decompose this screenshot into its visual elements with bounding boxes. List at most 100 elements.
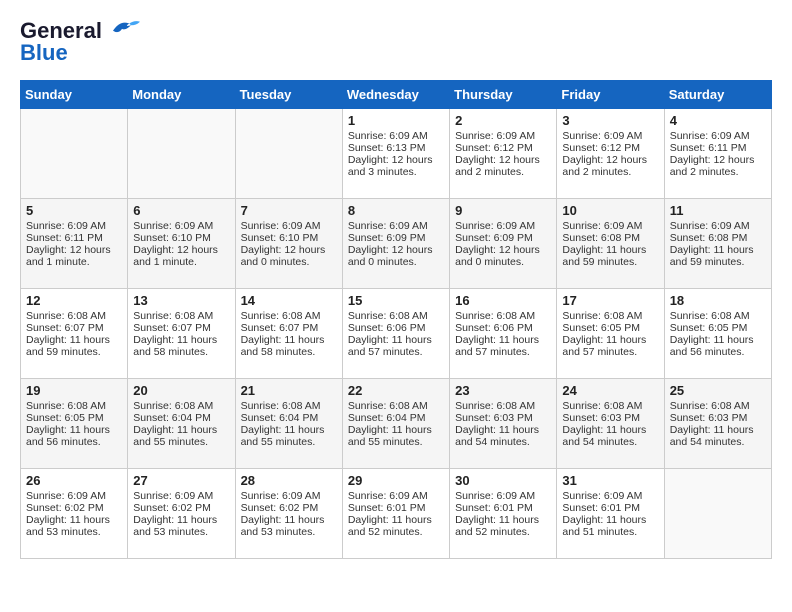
day-number: 16 [455, 293, 551, 308]
weekday-header-tuesday: Tuesday [235, 81, 342, 109]
day-info-line: Sunrise: 6:08 AM [133, 400, 229, 412]
calendar-cell: 5Sunrise: 6:09 AMSunset: 6:11 PMDaylight… [21, 199, 128, 289]
day-info-line: Sunset: 6:08 PM [562, 232, 658, 244]
day-info-line: Sunrise: 6:09 AM [241, 490, 337, 502]
day-number: 7 [241, 203, 337, 218]
calendar-cell: 13 Sunrise: 6:08 AMSunset: 6:07 PMDayligh… [128, 289, 235, 379]
day-info-line: Sunrise: 6:09 AM [455, 220, 551, 232]
calendar-cell: 3Sunrise: 6:09 AMSunset: 6:12 PMDaylight… [557, 109, 664, 199]
day-number: 5 [26, 203, 122, 218]
calendar-cell: 11Sunrise: 6:09 AMSunset: 6:08 PMDayligh… [664, 199, 771, 289]
day-info-line: Sunset: 6:07 PM [133, 322, 229, 334]
day-info-line: Sunset: 6:03 PM [455, 412, 551, 424]
logo-text: GeneralBlue [20, 20, 102, 64]
day-number: 15 [348, 293, 444, 308]
day-number: 17 [562, 293, 658, 308]
day-number: 2 [455, 113, 551, 128]
calendar-cell: 9Sunrise: 6:09 AMSunset: 6:09 PMDaylight… [450, 199, 557, 289]
day-info-line: Sunrise: 6:08 AM [133, 310, 229, 322]
calendar-body: 1Sunrise: 6:09 AMSunset: 6:13 PMDaylight… [21, 109, 772, 559]
day-number: 8 [348, 203, 444, 218]
day-number: 4 [670, 113, 766, 128]
day-info-line: Sunrise: 6:09 AM [670, 220, 766, 232]
day-info-line: Daylight: 12 hours and 2 minutes. [562, 154, 658, 178]
day-info-line: Sunrise: 6:08 AM [455, 400, 551, 412]
logo-bird-icon [104, 18, 140, 38]
day-info-line: Daylight: 11 hours and 53 minutes. [133, 514, 229, 538]
day-number: 25 [670, 383, 766, 398]
day-info-line: Sunset: 6:12 PM [455, 142, 551, 154]
day-number: 13 [133, 293, 229, 308]
calendar-cell: 1Sunrise: 6:09 AMSunset: 6:13 PMDaylight… [342, 109, 449, 199]
day-number: 21 [241, 383, 337, 398]
day-info-line: Daylight: 11 hours and 58 minutes. [133, 334, 229, 358]
day-info-line: Daylight: 11 hours and 57 minutes. [348, 334, 444, 358]
day-number: 14 [241, 293, 337, 308]
calendar-cell [235, 109, 342, 199]
day-info-line: Daylight: 12 hours and 1 minute. [26, 244, 122, 268]
day-number: 23 [455, 383, 551, 398]
calendar-cell: 22Sunrise: 6:08 AMSunset: 6:04 PMDayligh… [342, 379, 449, 469]
calendar-cell: 26Sunrise: 6:09 AMSunset: 6:02 PMDayligh… [21, 469, 128, 559]
day-number: 26 [26, 473, 122, 488]
calendar-cell: 23Sunrise: 6:08 AMSunset: 6:03 PMDayligh… [450, 379, 557, 469]
day-info-line: Sunrise: 6:09 AM [133, 490, 229, 502]
day-info-line: Sunset: 6:05 PM [26, 412, 122, 424]
day-info-line: Daylight: 11 hours and 57 minutes. [562, 334, 658, 358]
day-info-line: Sunset: 6:07 PM [26, 322, 122, 334]
day-info-line: Sunset: 6:01 PM [455, 502, 551, 514]
day-info-line: Sunrise: 6:09 AM [455, 490, 551, 502]
day-info-line: Sunset: 6:01 PM [348, 502, 444, 514]
day-info-line: Daylight: 12 hours and 2 minutes. [455, 154, 551, 178]
day-info-line: Sunset: 6:11 PM [670, 142, 766, 154]
day-info-line: Sunset: 6:09 PM [348, 232, 444, 244]
day-info-line: Sunset: 6:02 PM [133, 502, 229, 514]
day-info-line: Daylight: 11 hours and 59 minutes. [26, 334, 122, 358]
calendar-cell: 25Sunrise: 6:08 AMSunset: 6:03 PMDayligh… [664, 379, 771, 469]
day-info-line: Sunset: 6:13 PM [348, 142, 444, 154]
calendar-cell: 24Sunrise: 6:08 AMSunset: 6:03 PMDayligh… [557, 379, 664, 469]
day-info-line: Sunrise: 6:09 AM [348, 490, 444, 502]
day-info-line: Sunrise: 6:08 AM [26, 400, 122, 412]
calendar-cell [128, 109, 235, 199]
calendar-cell: 20Sunrise: 6:08 AMSunset: 6:04 PMDayligh… [128, 379, 235, 469]
day-info-line: Sunset: 6:04 PM [348, 412, 444, 424]
calendar-week-row: 5Sunrise: 6:09 AMSunset: 6:11 PMDaylight… [21, 199, 772, 289]
day-info-line: Daylight: 11 hours and 56 minutes. [670, 334, 766, 358]
day-number: 24 [562, 383, 658, 398]
day-info-line: Daylight: 12 hours and 3 minutes. [348, 154, 444, 178]
calendar-cell: 17Sunrise: 6:08 AMSunset: 6:05 PMDayligh… [557, 289, 664, 379]
calendar-cell: 2Sunrise: 6:09 AMSunset: 6:12 PMDaylight… [450, 109, 557, 199]
day-info-line: Daylight: 11 hours and 59 minutes. [562, 244, 658, 268]
day-info-line: Daylight: 11 hours and 57 minutes. [455, 334, 551, 358]
day-number: 10 [562, 203, 658, 218]
day-info-line: Daylight: 11 hours and 51 minutes. [562, 514, 658, 538]
day-info-line: Sunset: 6:02 PM [241, 502, 337, 514]
day-info-line: Sunset: 6:05 PM [562, 322, 658, 334]
day-info-line: Sunset: 6:06 PM [348, 322, 444, 334]
day-info-line: Sunrise: 6:09 AM [670, 130, 766, 142]
day-info-line: Sunrise: 6:08 AM [26, 310, 122, 322]
weekday-header-monday: Monday [128, 81, 235, 109]
calendar-cell: 7Sunrise: 6:09 AMSunset: 6:10 PMDaylight… [235, 199, 342, 289]
calendar-cell: 12 Sunrise: 6:08 AMSunset: 6:07 PMDayligh… [21, 289, 128, 379]
calendar-cell [21, 109, 128, 199]
day-info-line: Sunrise: 6:09 AM [562, 220, 658, 232]
day-info-line: Daylight: 12 hours and 0 minutes. [348, 244, 444, 268]
day-number: 19 [26, 383, 122, 398]
day-number: 12 [26, 293, 122, 308]
calendar-week-row: 26Sunrise: 6:09 AMSunset: 6:02 PMDayligh… [21, 469, 772, 559]
day-info-line: Sunrise: 6:09 AM [26, 220, 122, 232]
day-number: 20 [133, 383, 229, 398]
day-info-line: Sunset: 6:03 PM [670, 412, 766, 424]
day-info-line: Sunrise: 6:09 AM [562, 130, 658, 142]
day-info-line: Sunrise: 6:08 AM [348, 310, 444, 322]
day-info-line: Daylight: 11 hours and 54 minutes. [562, 424, 658, 448]
day-info-line: Sunrise: 6:08 AM [455, 310, 551, 322]
logo: GeneralBlue [20, 20, 140, 64]
day-info-line: Daylight: 11 hours and 58 minutes. [241, 334, 337, 358]
calendar-cell: 8Sunrise: 6:09 AMSunset: 6:09 PMDaylight… [342, 199, 449, 289]
calendar-table: SundayMondayTuesdayWednesdayThursdayFrid… [20, 80, 772, 559]
day-info-line: Sunrise: 6:08 AM [241, 400, 337, 412]
day-info-line: Daylight: 12 hours and 0 minutes. [241, 244, 337, 268]
